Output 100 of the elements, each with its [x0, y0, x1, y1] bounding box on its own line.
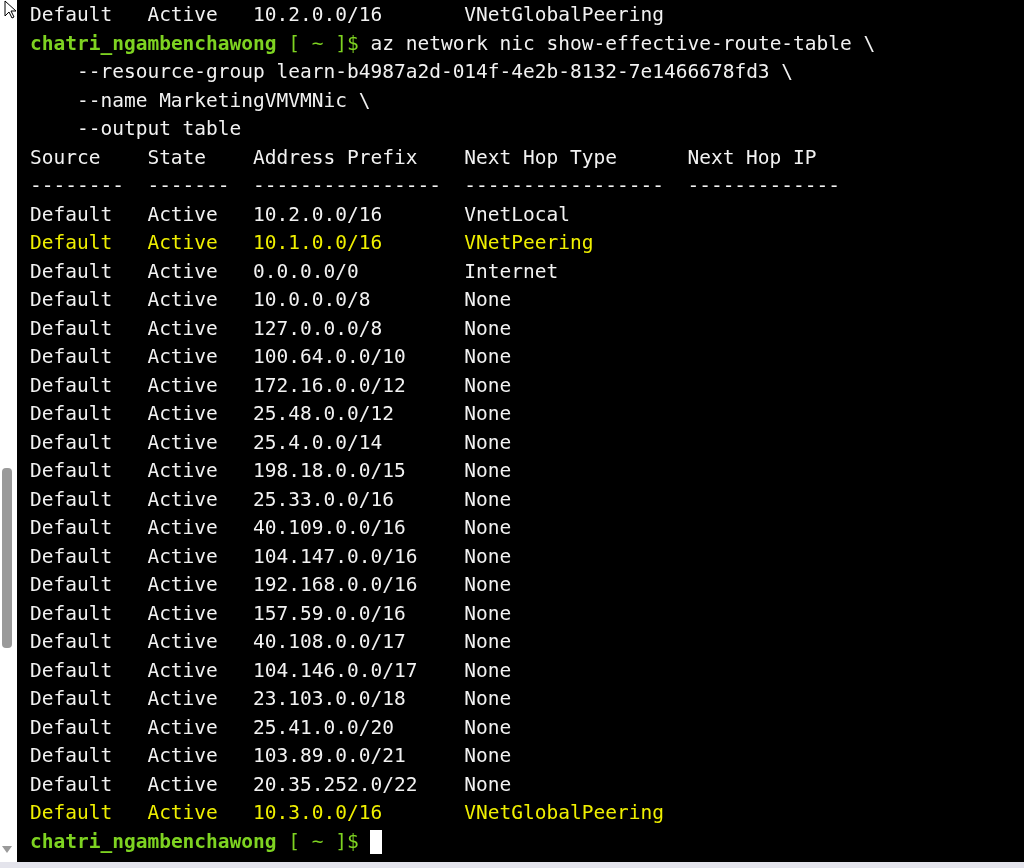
table-cell-text: 127.0.0.0/8	[253, 315, 383, 342]
table-cell-text: 157.59.0.0/16	[253, 600, 406, 627]
table-cell-text: VnetLocal	[464, 201, 571, 228]
table-cell-text: 104.147.0.0/16	[253, 543, 418, 570]
table-cell-text: None	[464, 429, 512, 456]
table-cell-text: None	[464, 515, 512, 541]
table-cell-text: Active	[147, 458, 218, 484]
table-cell-text: None	[464, 401, 512, 427]
table-cell-text: 198.18.0.0/15	[253, 458, 406, 484]
column-header: Next Hop Type	[464, 144, 617, 171]
table-cell-text: Default	[30, 515, 113, 541]
table-cell-text: Default	[30, 686, 113, 712]
table-cell-text: Default	[30, 743, 113, 769]
table-cell-text: 10.3.0.0/16	[253, 800, 383, 826]
prompt-user: chatri_ngambenchawong	[30, 30, 277, 57]
table-cell-text: Default	[30, 572, 113, 598]
table-cell-text: Active	[147, 657, 218, 684]
scrollbar[interactable]	[0, 0, 17, 862]
table-cell-text: Active	[147, 344, 218, 370]
header-separator: -------------	[687, 173, 841, 199]
table-cell-text: 40.108.0.0/17	[253, 629, 406, 655]
table-cell-text: Default	[30, 315, 113, 342]
table-cell-text: None	[464, 657, 512, 684]
table-cell-text: Active	[147, 515, 218, 541]
table-cell-text: 20.35.252.0/22	[253, 771, 418, 798]
table-cell-text: Default	[30, 458, 113, 484]
table-cell-text: 100.64.0.0/10	[253, 344, 406, 370]
table-cell-text: None	[464, 686, 512, 712]
table-cell-text: 103.89.0.0/21	[253, 743, 406, 769]
table-cell-text: VNetGlobalPeering	[464, 800, 664, 826]
table-cell-text: Active	[147, 429, 218, 456]
table-cell-text: Internet	[464, 258, 559, 285]
output-cell-text: 10.2.0.0/16	[253, 2, 383, 28]
table-cell-text: None	[464, 315, 512, 342]
table-cell-text: None	[464, 372, 512, 399]
table-cell-text: 172.16.0.0/12	[253, 372, 406, 399]
scroll-down-icon[interactable]	[2, 846, 12, 853]
header-separator: ----------------	[253, 173, 441, 199]
table-cell-text: Active	[147, 629, 218, 655]
table-cell-text: Default	[30, 600, 113, 627]
table-cell-text: Default	[30, 800, 113, 826]
scrollbar-thumb[interactable]	[2, 468, 12, 648]
table-cell-text: Active	[147, 372, 218, 399]
table-cell-text: 23.103.0.0/18	[253, 686, 406, 712]
column-header: Address Prefix	[253, 144, 418, 171]
table-cell-text: Active	[147, 743, 218, 769]
table-cell-text: Default	[30, 429, 113, 456]
table-cell-text: Active	[147, 686, 218, 712]
table-cell-text: None	[464, 543, 512, 570]
table-cell-text: Default	[30, 629, 113, 655]
prompt-path: [ ~ ]$	[288, 30, 359, 57]
table-cell-text: Default	[30, 714, 113, 741]
table-cell-text: 10.1.0.0/16	[253, 230, 383, 256]
table-cell-text: Default	[30, 401, 113, 427]
table-cell-text: 104.146.0.0/17	[253, 657, 418, 684]
table-cell-text: Active	[147, 486, 218, 513]
table-cell-text: 25.41.0.0/20	[253, 714, 394, 741]
table-cell-text: Active	[147, 201, 218, 228]
table-cell-text: Default	[30, 287, 113, 313]
table-cell-text: Default	[30, 486, 113, 513]
table-cell-text: Default	[30, 543, 113, 570]
table-cell-text: None	[464, 486, 512, 513]
column-header: Next Hop IP	[687, 144, 817, 171]
table-cell-text: Default	[30, 372, 113, 399]
command-continuation: --name MarketingVMVMNic \	[76, 87, 371, 114]
table-cell-text: Default	[30, 258, 113, 285]
table-cell-text: VNetPeering	[464, 230, 594, 256]
table-cell-text: None	[464, 287, 512, 313]
table-cell-text: Default	[30, 657, 113, 684]
command-continuation: --output table	[76, 116, 242, 142]
table-cell-text: Active	[147, 714, 218, 741]
table-cell-text: Active	[147, 315, 218, 342]
table-cell-text: None	[464, 344, 512, 370]
table-cell-text: 25.33.0.0/16	[253, 486, 394, 513]
header-separator: --------	[30, 173, 124, 199]
table-cell-text: 25.48.0.0/12	[253, 401, 394, 427]
table-cell-text: Active	[147, 600, 218, 627]
column-header: State	[147, 144, 207, 171]
table-cell-text: Active	[147, 572, 218, 598]
table-cell-text: Active	[147, 543, 218, 570]
table-cell-text: None	[464, 600, 512, 627]
output-cell-text: Active	[147, 2, 218, 28]
table-cell-text: 0.0.0.0/0	[253, 258, 359, 285]
table-cell-text: None	[464, 458, 512, 484]
table-cell-text: Default	[30, 230, 113, 256]
table-cell-text: None	[464, 743, 512, 769]
table-cell-text: 10.0.0.0/8	[253, 287, 371, 313]
table-cell-text: Active	[147, 287, 218, 313]
table-cell-text: Default	[30, 771, 113, 798]
table-cell-text: 192.168.0.0/16	[253, 572, 418, 598]
table-cell-text: None	[464, 629, 512, 655]
header-separator: -----------------	[464, 173, 664, 199]
table-cell-text: 40.109.0.0/16	[253, 515, 406, 541]
header-separator: -------	[147, 173, 230, 199]
table-cell-text: Active	[147, 401, 218, 427]
table-cell-text: 25.4.0.0/14	[253, 429, 383, 456]
output-cell-text: VNetGlobalPeering	[464, 2, 664, 28]
table-cell-text: Default	[30, 201, 113, 228]
table-cell-text: None	[464, 771, 512, 798]
command-continuation: --resource-group learn-b4987a2d-014f-4e2b-8132-7e1466678fd3 \	[76, 59, 794, 85]
